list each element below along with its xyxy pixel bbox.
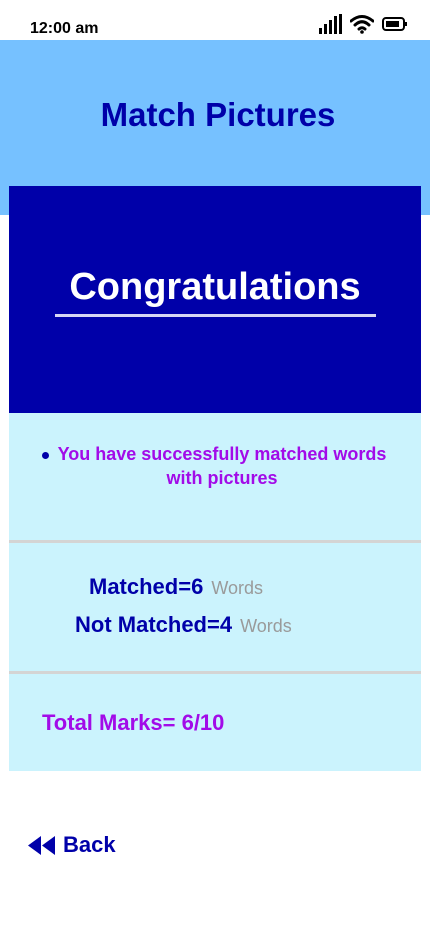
- not-matched-unit: Words: [240, 616, 292, 636]
- status-bar: 12:00 am: [0, 0, 430, 40]
- back-label: Back: [63, 832, 116, 857]
- total-section: Total Marks= 6/10: [9, 674, 421, 771]
- page-title: Match Pictures: [100, 96, 336, 133]
- battery-icon: [382, 17, 407, 31]
- congrats-heading: Congratulations: [69, 266, 361, 308]
- result-card: Congratulations You have successfully ma…: [9, 186, 421, 771]
- status-icons: [319, 14, 408, 34]
- double-chevron-left-icon: [28, 835, 55, 855]
- matched-stat: Matched=6 Words: [89, 574, 263, 600]
- status-time: 12:00 am: [30, 20, 99, 37]
- matched-unit: Words: [211, 578, 264, 598]
- bullet-icon: [42, 452, 49, 459]
- success-message: You have successfully matched words with…: [57, 444, 387, 488]
- wifi-icon: [350, 15, 374, 34]
- signal-icon: [319, 14, 342, 34]
- congrats-banner: Congratulations: [9, 186, 421, 413]
- not-matched-count: Not Matched=4: [75, 612, 233, 637]
- not-matched-stat: Not Matched=4 Words: [75, 612, 292, 638]
- matched-count: Matched=6: [89, 574, 204, 599]
- message-section: You have successfully matched words with…: [9, 413, 421, 543]
- back-button[interactable]: Back: [28, 832, 116, 858]
- total-marks: Total Marks= 6/10: [42, 710, 225, 735]
- heading-underline: [55, 314, 376, 317]
- stats-section: Matched=6 Words Not Matched=4 Words: [9, 543, 421, 674]
